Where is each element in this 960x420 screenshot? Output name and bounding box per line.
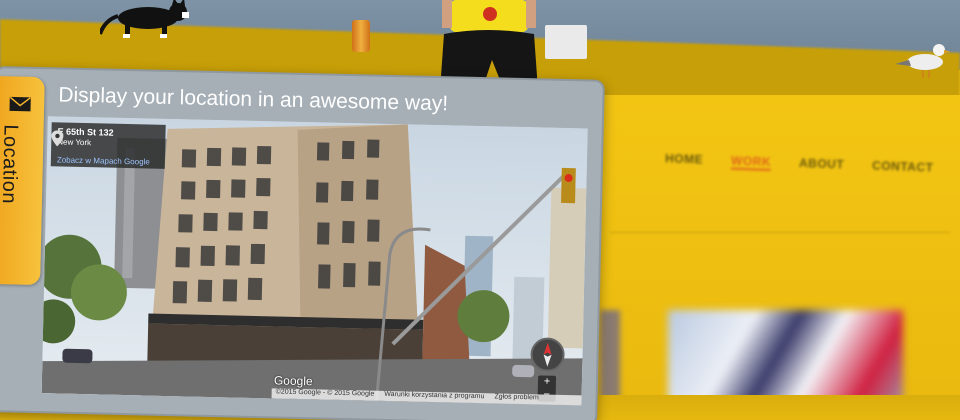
cat-illustration <box>100 0 189 38</box>
zoom-in-button[interactable]: + <box>538 375 556 388</box>
envelope-icon <box>9 96 31 112</box>
laptop-illustration <box>545 25 587 59</box>
nav-contact[interactable]: CONTACT <box>872 159 934 177</box>
widget-headline: Display your location in an awesome way! <box>58 83 449 116</box>
site-divider <box>610 232 950 233</box>
location-info-box: E 65th St 132 New York Zobacz w Mapach G… <box>50 122 166 169</box>
location-tab[interactable]: Location <box>0 76 45 286</box>
location-widget: Location Display your location in an awe… <box>0 66 605 420</box>
open-in-maps-link[interactable]: Zobacz w Mapach Google <box>57 155 159 166</box>
nav-about[interactable]: ABOUT <box>799 156 845 174</box>
compass-icon[interactable] <box>530 337 565 372</box>
seagull-illustration <box>895 44 950 78</box>
map-pin-icon[interactable] <box>51 130 64 147</box>
city-name: New York <box>57 137 92 148</box>
street-view-map[interactable]: E 65th St 132 New York Zobacz w Mapach G… <box>41 116 588 406</box>
soda-can <box>352 20 370 52</box>
map-copyright: ©2015 Google - © 2015 Google <box>275 388 375 398</box>
blurred-image-edge <box>600 310 620 400</box>
terms-link[interactable]: Warunki korzystania z programu <box>384 391 484 403</box>
location-tab-label: Location <box>0 124 22 205</box>
nav-home[interactable]: HOME <box>665 151 703 168</box>
google-logo: Google <box>273 373 313 389</box>
report-problem-link[interactable]: Zgłoś problem <box>494 393 539 404</box>
nav-work[interactable]: WORK <box>730 153 772 171</box>
